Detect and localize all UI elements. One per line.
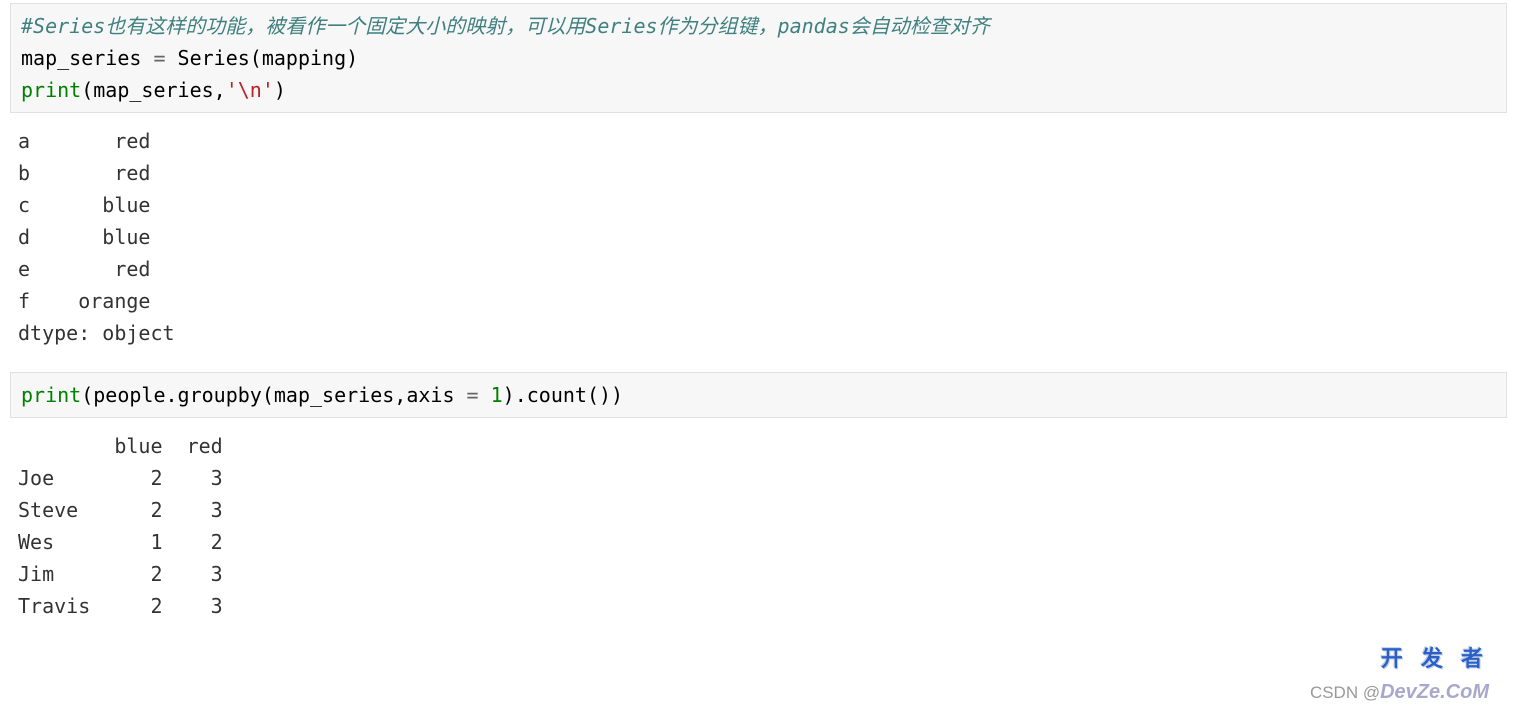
- output-cell-1: a red b red c blue d blue e red f orange…: [0, 121, 1517, 369]
- watermark-prefix: CSDN @: [1310, 683, 1380, 702]
- code-op: =: [467, 383, 479, 407]
- code-builtin: print: [21, 78, 81, 102]
- watermark-brand: DevZe.CoM: [1380, 681, 1489, 703]
- code-ident: Series(mapping): [166, 46, 359, 70]
- code-ident: map_series: [21, 46, 153, 70]
- code-ident: (map_series,: [81, 78, 226, 102]
- output-cell-2: blue red Joe 2 3 Steve 2 3 Wes 1 2 Jim 2…: [0, 426, 1517, 642]
- code-cell-2: print(people.groupby(map_series,axis = 1…: [10, 372, 1507, 418]
- watermark: 开 发 者 CSDN @DevZe.CoM: [1310, 641, 1489, 708]
- code-ident: [479, 383, 491, 407]
- code-string: '\n': [226, 78, 274, 102]
- code-ident: ).count()): [503, 383, 623, 407]
- code-ident: ): [274, 78, 286, 102]
- code-cell-1: #Series也有这样的功能，被看作一个固定大小的映射，可以用Series作为分…: [10, 3, 1507, 113]
- code-op: =: [153, 46, 165, 70]
- code-comment: #Series也有这样的功能，被看作一个固定大小的映射，可以用Series作为分…: [21, 14, 990, 38]
- code-number: 1: [491, 383, 503, 407]
- watermark-subtitle: CSDN @DevZe.CoM: [1310, 676, 1489, 708]
- watermark-title: 开 发 者: [1310, 641, 1489, 676]
- code-builtin: print: [21, 383, 81, 407]
- code-ident: (people.groupby(map_series,axis: [81, 383, 466, 407]
